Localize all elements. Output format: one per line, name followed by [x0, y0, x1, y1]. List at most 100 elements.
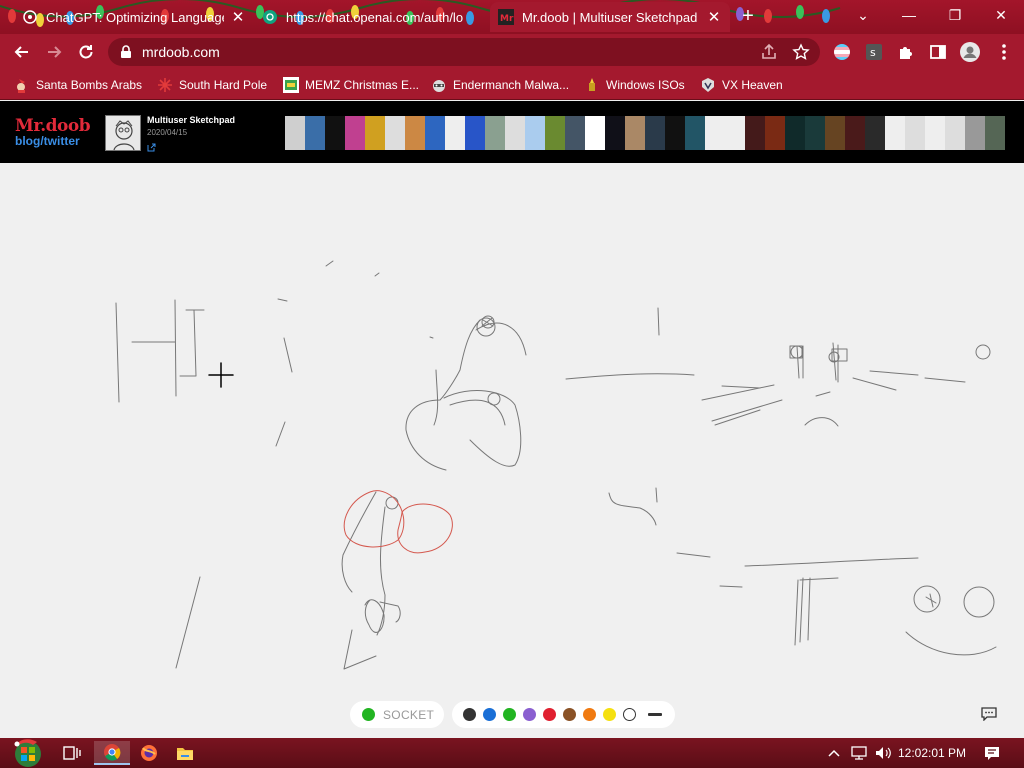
project-thumbnail[interactable] — [905, 116, 925, 150]
new-tab-icon[interactable]: + — [738, 6, 758, 26]
color-swatch[interactable] — [503, 708, 516, 721]
address-bar[interactable]: mrdoob.com — [108, 38, 820, 66]
project-thumbnail[interactable] — [925, 116, 945, 150]
project-thumbnail[interactable] — [945, 116, 965, 150]
file-explorer-taskbar-icon[interactable] — [170, 741, 200, 765]
back-icon[interactable] — [10, 40, 34, 64]
external-link-icon[interactable] — [147, 139, 156, 157]
share-icon[interactable] — [760, 43, 778, 61]
trans-flag-extension-icon[interactable] — [832, 42, 852, 62]
bookmark-item[interactable]: Windows ISOs — [584, 76, 685, 94]
project-thumbnail[interactable] — [625, 116, 645, 150]
project-thumbnail[interactable] — [665, 116, 685, 150]
windows-iso-icon — [584, 77, 600, 93]
color-swatch[interactable] — [483, 708, 496, 721]
minimize-icon[interactable]: — — [886, 0, 932, 30]
project-thumbnail[interactable] — [425, 116, 445, 150]
color-swatch[interactable] — [603, 708, 616, 721]
bookmark-item[interactable]: Endermanch Malwa... — [431, 76, 569, 94]
santa-icon — [14, 77, 30, 93]
project-thumbnail[interactable] — [325, 116, 345, 150]
show-hidden-icons-chevron-icon[interactable] — [826, 741, 842, 765]
bookmark-item[interactable]: MEMZ Christmas E... — [283, 76, 419, 94]
project-thumbnail[interactable] — [985, 116, 1005, 150]
project-thumbnail[interactable] — [865, 116, 885, 150]
project-thumbnail[interactable] — [405, 116, 425, 150]
project-thumbnail[interactable] — [585, 116, 605, 150]
project-thumbnail[interactable] — [465, 116, 485, 150]
project-thumbnail[interactable] — [885, 116, 905, 150]
tab-search-chevron-icon[interactable]: ⌄ — [840, 0, 886, 30]
snowflake-icon — [157, 77, 173, 93]
bookmark-item[interactable]: Santa Bombs Arabs — [14, 76, 142, 94]
project-thumbnail[interactable] — [685, 116, 705, 150]
firefox-taskbar-icon[interactable] — [134, 741, 164, 765]
project-title: Multiuser Sketchpad — [147, 115, 236, 125]
project-thumbnail[interactable] — [345, 116, 365, 150]
close-window-icon[interactable]: ✕ — [978, 0, 1024, 30]
menu-kebab-icon[interactable] — [994, 42, 1014, 62]
openai-icon — [22, 9, 38, 25]
sketchpad-canvas[interactable] — [0, 163, 1024, 738]
project-thumbnail[interactable] — [765, 116, 785, 150]
url-text: mrdoob.com — [142, 44, 220, 60]
tab-chatgpt[interactable]: ChatGPT: Optimizing Language ✕ — [14, 2, 254, 32]
bookmark-item[interactable]: South Hard Pole — [157, 76, 267, 94]
project-thumbnail[interactable] — [445, 116, 465, 150]
close-icon[interactable]: ✕ — [706, 8, 722, 26]
project-thumbnail[interactable] — [785, 116, 805, 150]
profile-avatar-icon[interactable] — [960, 42, 980, 62]
project-thumbnail[interactable] — [525, 116, 545, 150]
project-thumbnail[interactable] — [565, 116, 585, 150]
bookmark-item[interactable]: VX Heaven — [700, 76, 783, 94]
project-thumbnail[interactable] — [285, 116, 305, 150]
project-thumbnail[interactable] — [705, 116, 725, 150]
network-icon[interactable] — [848, 741, 870, 765]
s-extension-icon[interactable]: s — [864, 42, 884, 62]
action-center-icon[interactable] — [980, 741, 1004, 765]
extensions-puzzle-icon[interactable] — [896, 42, 916, 62]
project-thumbnail[interactable] — [365, 116, 385, 150]
color-swatch[interactable] — [523, 708, 536, 721]
task-view-icon[interactable] — [58, 741, 86, 765]
lock-icon[interactable] — [120, 45, 132, 64]
color-swatch[interactable] — [543, 708, 556, 721]
volume-icon[interactable] — [872, 741, 894, 765]
color-swatch[interactable] — [563, 708, 576, 721]
chat-bubble-icon[interactable] — [981, 707, 997, 726]
reload-icon[interactable] — [74, 40, 98, 64]
close-icon[interactable]: ✕ — [230, 8, 246, 26]
color-swatch[interactable] — [623, 708, 636, 721]
project-thumbnail[interactable] — [805, 116, 825, 150]
tab-openai-auth[interactable]: https://chat.openai.com/auth/lo — [254, 2, 490, 32]
restore-icon[interactable]: ❐ — [932, 0, 978, 30]
project-thumbnail[interactable] — [545, 116, 565, 150]
site-logo[interactable]: Mr.doob — [15, 116, 91, 136]
color-swatch[interactable] — [583, 708, 596, 721]
project-thumbnail[interactable] — [825, 116, 845, 150]
tab-mrdoob-sketchpad[interactable]: Mr Mr.doob | Multiuser Sketchpad ✕ — [490, 2, 730, 32]
brush-size-selector[interactable] — [648, 713, 662, 716]
project-thumbnail[interactable] — [485, 116, 505, 150]
project-thumbnail[interactable] — [305, 116, 325, 150]
project-thumbnail[interactable] — [645, 116, 665, 150]
svg-text:s: s — [870, 46, 876, 59]
openai-icon — [262, 9, 278, 25]
color-swatch[interactable] — [463, 708, 476, 721]
project-thumbnails-strip[interactable] — [285, 116, 1005, 150]
blog-twitter-link[interactable]: blog/twitter — [15, 134, 80, 148]
project-thumbnail[interactable] — [745, 116, 765, 150]
chrome-taskbar-icon[interactable] — [94, 741, 130, 765]
project-thumbnail[interactable] — [965, 116, 985, 150]
system-clock[interactable]: 12:02:01 PM — [898, 746, 966, 760]
tab-title: Mr.doob | Multiuser Sketchpad — [522, 9, 698, 25]
project-thumbnail[interactable] — [505, 116, 525, 150]
bookmark-star-icon[interactable] — [792, 43, 810, 61]
start-button[interactable] — [8, 739, 48, 767]
side-panel-icon[interactable] — [928, 42, 948, 62]
project-thumbnail[interactable] — [845, 116, 865, 150]
forward-icon[interactable] — [42, 40, 66, 64]
project-thumbnail[interactable] — [605, 116, 625, 150]
project-thumbnail[interactable] — [385, 116, 405, 150]
project-thumbnail[interactable] — [725, 116, 745, 150]
